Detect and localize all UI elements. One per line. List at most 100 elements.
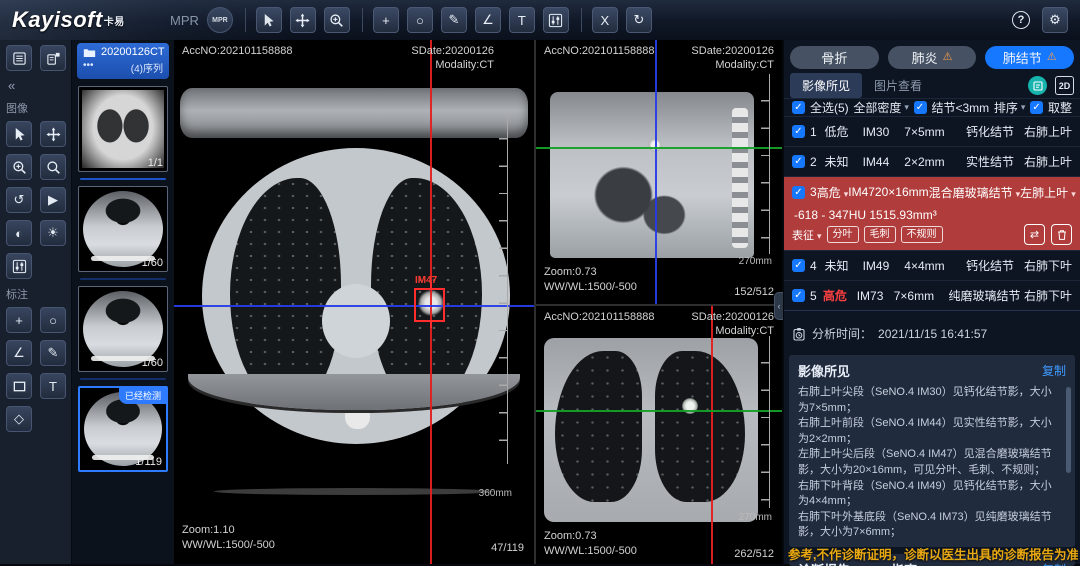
- pan-tool-button[interactable]: [40, 121, 66, 147]
- cine-play-button[interactable]: ▶: [40, 187, 66, 213]
- nodule-roi-box[interactable]: [414, 288, 445, 322]
- nodule-row-3-selected[interactable]: ✓ 3 高危▾ IM47 20×16mm 混合磨玻璃结节▾ 左肺上叶▾ -618…: [784, 177, 1080, 251]
- checkbox-checked[interactable]: ✓: [792, 289, 805, 302]
- nodule-index: 1: [810, 125, 825, 139]
- risk-level: 未知: [825, 257, 863, 274]
- zoom-in-button[interactable]: [6, 154, 32, 180]
- crosshair-horizontal-green[interactable]: [536, 147, 782, 149]
- copy-findings-button[interactable]: 复制: [1042, 362, 1066, 379]
- magnify-button[interactable]: [40, 154, 66, 180]
- finding-line: 右肺上叶尖段（SeNO.4 IM30）见钙化结节影，大小为7×5mm；: [798, 385, 1060, 416]
- window-level-button[interactable]: [6, 253, 32, 279]
- angle-annotate-button[interactable]: ∠: [6, 340, 32, 366]
- 2d-view-button[interactable]: 2D: [1055, 76, 1074, 95]
- series-thumbnail-3[interactable]: 1/60: [78, 286, 168, 372]
- nodule-row-5[interactable]: ✓ 5 高危 IM73 7×6mm 纯磨玻璃结节 右肺下叶: [784, 281, 1080, 311]
- window-level-button[interactable]: [543, 7, 569, 33]
- modality: Modality:CT: [715, 325, 774, 337]
- crosshair-horizontal-blue[interactable]: [174, 305, 534, 307]
- ruler-label: 270mm: [739, 256, 772, 267]
- study-header[interactable]: 20200126CT ••• (4)序列: [77, 43, 169, 79]
- nodule-location-dropdown[interactable]: 左肺上叶▾: [1020, 184, 1076, 201]
- reset-tool-button[interactable]: ↻: [626, 7, 652, 33]
- small-nodule-checkbox[interactable]: ✓结节<3mm: [914, 99, 990, 116]
- density-dropdown[interactable]: 全部密度▾: [853, 99, 909, 116]
- series-list-button[interactable]: [6, 45, 32, 71]
- tab-pneumonia[interactable]: 肺炎⚠: [888, 46, 977, 69]
- tab-lung-nodule[interactable]: 肺结节⚠: [985, 46, 1074, 69]
- text-icon: T: [49, 379, 57, 394]
- coronal-viewport[interactable]: 270mm AccNO:202101158888 SDate:20200126 …: [536, 306, 782, 564]
- zoom-in-icon: [329, 13, 344, 28]
- crosshair-tool-button[interactable]: +: [373, 7, 399, 33]
- pan-tool-button[interactable]: [290, 7, 316, 33]
- checkbox-checked[interactable]: ✓: [792, 186, 805, 199]
- follow-up-button[interactable]: ⇄: [1024, 224, 1045, 245]
- eraser-button[interactable]: ◇: [6, 406, 32, 432]
- study-more-button[interactable]: •••: [83, 60, 94, 75]
- brightness-button[interactable]: ☀: [40, 220, 66, 246]
- pencil-tool-button[interactable]: ✎: [441, 7, 467, 33]
- panel-collapse-handle[interactable]: ‹: [774, 292, 783, 320]
- settings-button[interactable]: ⚙: [1042, 7, 1068, 33]
- help-button[interactable]: ?: [1008, 7, 1034, 33]
- nodule-row-4[interactable]: ✓ 4 未知 IM49 4×4mm 钙化结节 右肺下叶: [784, 251, 1080, 281]
- sidebar-collapse-button[interactable]: «: [8, 78, 65, 93]
- tab-image-view[interactable]: 图片查看: [862, 73, 934, 98]
- risk-level-dropdown[interactable]: 高危▾: [817, 184, 849, 201]
- sagittal-viewport[interactable]: 270mm AccNO:202101158888 SDate:20200126 …: [536, 40, 782, 304]
- text-tool-button[interactable]: T: [509, 7, 535, 33]
- select-all-checkbox[interactable]: ✓全选(5): [792, 99, 849, 116]
- series-thumbnail-2[interactable]: 1/60: [78, 186, 168, 272]
- crosshair-vertical-red[interactable]: [711, 306, 713, 564]
- tab-label: 肺炎: [912, 48, 938, 67]
- round-checkbox[interactable]: ✓取整: [1030, 99, 1072, 116]
- invert-button[interactable]: ◐: [6, 220, 32, 246]
- report-icon: [1033, 81, 1043, 91]
- findings-scrollbar[interactable]: [1066, 387, 1071, 473]
- tab-fracture[interactable]: 骨折: [790, 46, 879, 69]
- accession-number: AccNO:202101158888: [544, 45, 655, 57]
- delete-nodule-button[interactable]: [1051, 224, 1072, 245]
- ellipse-tool-button[interactable]: ○: [407, 7, 433, 33]
- series-thumbnail-4-selected[interactable]: 已经检测 1/119: [78, 386, 168, 472]
- checkbox-checked[interactable]: ✓: [914, 101, 927, 114]
- rotate-button[interactable]: ↺: [6, 187, 32, 213]
- checkbox-checked[interactable]: ✓: [792, 125, 805, 138]
- checkbox-checked[interactable]: ✓: [792, 259, 805, 272]
- mpr-mode-button[interactable]: MPR: [207, 7, 233, 33]
- crosshair-annotate-button[interactable]: +: [6, 307, 32, 333]
- tab-imaging-findings[interactable]: 影像所见: [790, 73, 862, 98]
- ellipse-annotate-button[interactable]: ○: [40, 307, 66, 333]
- text-annotate-button[interactable]: T: [40, 373, 66, 399]
- crosshair-vertical-blue[interactable]: [655, 40, 657, 304]
- nodule-type-dropdown[interactable]: 混合磨玻璃结节▾: [929, 184, 1021, 201]
- accession-number: AccNO:202101158888: [182, 45, 293, 57]
- pencil-icon: ✎: [448, 12, 459, 28]
- checkbox-checked[interactable]: ✓: [792, 155, 805, 168]
- zoom-in-icon: [12, 160, 27, 175]
- close-tool-button[interactable]: X: [592, 7, 618, 33]
- ai-report-button[interactable]: [1028, 76, 1047, 95]
- ruler-label: 270mm: [739, 512, 772, 523]
- rectangle-annotate-button[interactable]: [6, 373, 32, 399]
- angle-tool-button[interactable]: ∠: [475, 7, 501, 33]
- series-thumbnail-scout[interactable]: 1/1: [78, 86, 168, 172]
- signs-dropdown[interactable]: 表征▾: [792, 227, 822, 243]
- nodule-row-1[interactable]: ✓ 1 低危 IM30 7×5mm 钙化结节 右肺上叶: [784, 117, 1080, 147]
- tab-label: 骨折: [821, 48, 847, 67]
- checkbox-checked[interactable]: ✓: [792, 101, 805, 114]
- nodule-row-2[interactable]: ✓ 2 未知 IM44 2×2mm 实性结节 右肺上叶: [784, 147, 1080, 177]
- report-layout-button[interactable]: [40, 45, 66, 71]
- cursor-tool-button[interactable]: [6, 121, 32, 147]
- crosshair-horizontal-green[interactable]: [536, 410, 782, 412]
- pencil-annotate-button[interactable]: ✎: [40, 340, 66, 366]
- sort-dropdown[interactable]: 排序▾: [994, 99, 1026, 116]
- study-date: SDate:20200126: [411, 45, 494, 57]
- axial-viewport[interactable]: IM47 360mm AccNO:202101158888 SDate:2020…: [174, 40, 534, 564]
- zoom-tool-button[interactable]: [324, 7, 350, 33]
- cursor-icon: [261, 13, 276, 28]
- scanner-table-shadow: [214, 488, 494, 495]
- cursor-tool-button[interactable]: [256, 7, 282, 33]
- checkbox-checked[interactable]: ✓: [1030, 101, 1043, 114]
